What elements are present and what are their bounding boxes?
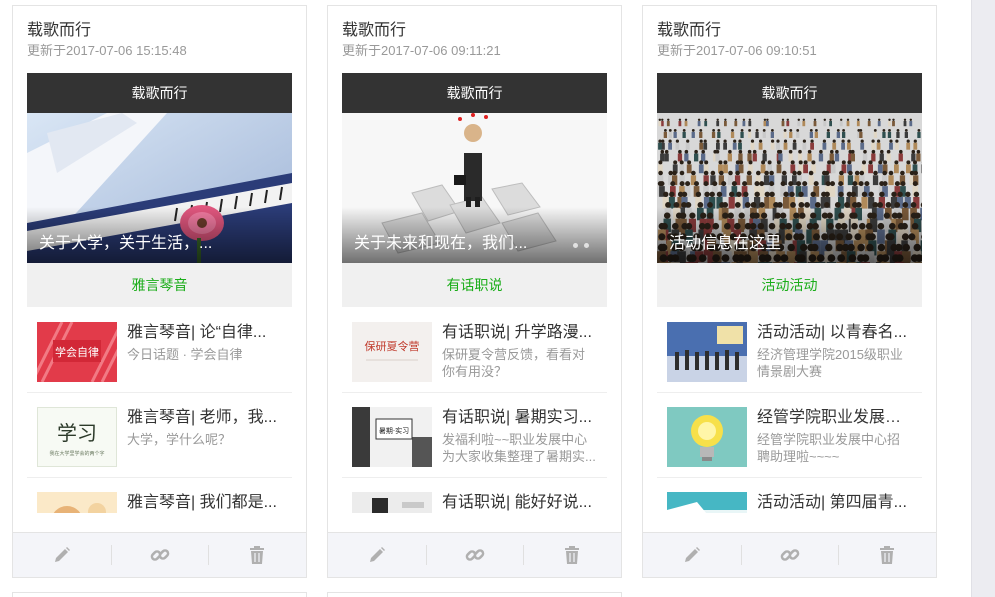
phone-preview: 载歌而行 关于大学，关于生活，... 雅言琴音 — [27, 73, 292, 307]
article-thumbnail — [667, 322, 747, 382]
account-name-button[interactable]: 有话职说 — [342, 263, 607, 307]
pencil-icon — [54, 547, 70, 562]
svg-text:学习: 学习 — [57, 421, 97, 445]
edit-button[interactable] — [328, 533, 426, 577]
article-summary: 发福利啦~~职业发展中心为大家收集整理了暑期实... — [442, 432, 596, 464]
article-group-card-partial — [12, 592, 307, 597]
link-icon — [150, 549, 169, 561]
article-title: 有话职说| 能好好说... — [442, 494, 592, 511]
svg-text:暑期·实习: 暑期·实习 — [379, 426, 409, 435]
card-updated-time: 更新于2017-07-06 09:11:21 — [342, 43, 501, 58]
svg-text:保研夏令营: 保研夏令营 — [365, 339, 420, 353]
cover-caption: 关于大学，关于生活，... — [39, 235, 213, 252]
card-header: 载歌而行 更新于2017-07-06 09:10:51 — [657, 20, 922, 59]
article-title: 经管学院职业发展中... — [757, 409, 912, 426]
article-list: 保研夏令营 有话职说| 升学路漫... 保研夏令营反馈，看看对你有用没？ 暑期·… — [342, 308, 607, 513]
card-action-bar — [643, 532, 936, 577]
article-summary: 今日话题 · 学会自律 — [127, 347, 243, 362]
pencil-icon — [684, 547, 700, 562]
list-item[interactable]: 活动活动| 以青春名... 经济管理学院2015级职业情景剧大赛 — [657, 308, 922, 393]
preview-title-bar: 载歌而行 — [657, 73, 922, 113]
article-title: 活动活动| 第四届青... — [757, 494, 907, 511]
list-item[interactable]: 学会自律 雅言琴音| 论“自律... 今日话题 · 学会自律 — [27, 308, 292, 393]
copy-link-button[interactable] — [740, 533, 839, 577]
list-item[interactable]: 学习 我在大学里学会的两个字 雅言琴音| 老师，我... 大学，学什么呢？ — [27, 393, 292, 478]
svg-text:我在大学里学会的两个字: 我在大学里学会的两个字 — [49, 450, 104, 457]
article-thumbnail — [352, 492, 432, 513]
article-title: 雅言琴音| 我们都是... — [127, 494, 277, 511]
article-thumbnail: 学会自律 — [37, 322, 117, 382]
pencil-icon — [369, 547, 385, 562]
cover-article[interactable]: 活动信息在这里 — [657, 113, 922, 263]
article-title: 有话职说| 暑期实习... — [442, 409, 592, 426]
article-group-card-partial — [327, 592, 622, 597]
card-title: 载歌而行 — [657, 22, 722, 39]
article-title: 活动活动| 以青春名... — [757, 324, 907, 341]
account-name-button[interactable]: 雅言琴音 — [27, 263, 292, 307]
svg-text:学会自律: 学会自律 — [55, 345, 99, 359]
carousel-dots[interactable] — [567, 235, 589, 253]
cover-caption: 活动信息在这里 — [669, 235, 782, 252]
trash-icon — [250, 546, 265, 564]
article-thumbnail: 学习 我在大学里学会的两个字 — [37, 407, 117, 467]
article-thumbnail — [37, 492, 117, 513]
delete-button[interactable] — [838, 533, 936, 577]
delete-button[interactable] — [523, 533, 621, 577]
article-title: 雅言琴音| 老师，我... — [127, 409, 277, 426]
article-thumbnail — [667, 407, 747, 467]
article-summary: 经管学院职业发展中心招聘助理啦~~~~ — [757, 432, 901, 464]
article-thumbnail — [667, 492, 747, 513]
card-title: 载歌而行 — [342, 22, 407, 39]
card-updated-time: 更新于2017-07-06 09:10:51 — [657, 43, 817, 58]
card-header: 载歌而行 更新于2017-07-06 15:15:48 — [27, 20, 292, 59]
article-summary: 大学，学什么呢？ — [127, 432, 232, 447]
article-thumbnail: 保研夏令营 — [352, 322, 432, 382]
card-updated-time: 更新于2017-07-06 15:15:48 — [27, 43, 187, 58]
article-summary: 经济管理学院2015级职业情景剧大赛 — [757, 347, 903, 379]
link-icon — [465, 549, 484, 561]
article-thumbnail: 暑期·实习 — [352, 407, 432, 467]
list-item[interactable]: 保研夏令营 有话职说| 升学路漫... 保研夏令营反馈，看看对你有用没？ — [342, 308, 607, 393]
card-action-bar — [13, 532, 306, 577]
article-title: 有话职说| 升学路漫... — [442, 324, 592, 341]
article-list: 学会自律 雅言琴音| 论“自律... 今日话题 · 学会自律 学习 我在大学里学… — [27, 308, 292, 513]
article-group-card[interactable]: 载歌而行 更新于2017-07-06 09:11:21 载歌而行 关于未来和现在… — [327, 5, 622, 578]
link-icon — [780, 549, 799, 561]
list-item[interactable]: 雅言琴音| 我们都是... — [27, 478, 292, 513]
card-title: 载歌而行 — [27, 22, 92, 39]
list-item[interactable]: 有话职说| 能好好说... — [342, 478, 607, 513]
list-item[interactable]: 经管学院职业发展中... 经管学院职业发展中心招聘助理啦~~~~ — [657, 393, 922, 478]
copy-link-button[interactable] — [110, 533, 209, 577]
edit-button[interactable] — [643, 533, 741, 577]
card-action-bar — [328, 532, 621, 577]
list-item[interactable]: 暑期·实习 有话职说| 暑期实习... 发福利啦~~职业发展中心为大家收集整理了… — [342, 393, 607, 478]
account-name-button[interactable]: 活动活动 — [657, 263, 922, 307]
trash-icon — [565, 546, 580, 564]
delete-button[interactable] — [208, 533, 306, 577]
article-summary: 保研夏令营反馈，看看对你有用没？ — [442, 347, 586, 379]
preview-title-bar: 载歌而行 — [342, 73, 607, 113]
copy-link-button[interactable] — [425, 533, 524, 577]
phone-preview: 载歌而行 活动信息在这里 活动活动 — [657, 73, 922, 307]
page-scrollbar[interactable] — [971, 0, 995, 597]
phone-preview: 载歌而行 关于未来和现在，我们... 有话职说 — [342, 73, 607, 307]
list-item[interactable]: 活动活动| 第四届青... — [657, 478, 922, 513]
trash-icon — [880, 546, 895, 564]
article-title: 雅言琴音| 论“自律... — [127, 324, 267, 341]
card-header: 载歌而行 更新于2017-07-06 09:11:21 — [342, 20, 607, 59]
cover-article[interactable]: 关于大学，关于生活，... — [27, 113, 292, 263]
cover-caption: 关于未来和现在，我们... — [354, 235, 528, 252]
cover-article[interactable]: 关于未来和现在，我们... — [342, 113, 607, 263]
article-list: 活动活动| 以青春名... 经济管理学院2015级职业情景剧大赛 经管学院职业发… — [657, 308, 922, 513]
edit-button[interactable] — [13, 533, 111, 577]
preview-title-bar: 载歌而行 — [27, 73, 292, 113]
article-group-card[interactable]: 载歌而行 更新于2017-07-06 15:15:48 载歌而行 关于大学，关于… — [12, 5, 307, 578]
article-group-card[interactable]: 载歌而行 更新于2017-07-06 09:10:51 载歌而行 活动信息在这里… — [642, 5, 937, 578]
